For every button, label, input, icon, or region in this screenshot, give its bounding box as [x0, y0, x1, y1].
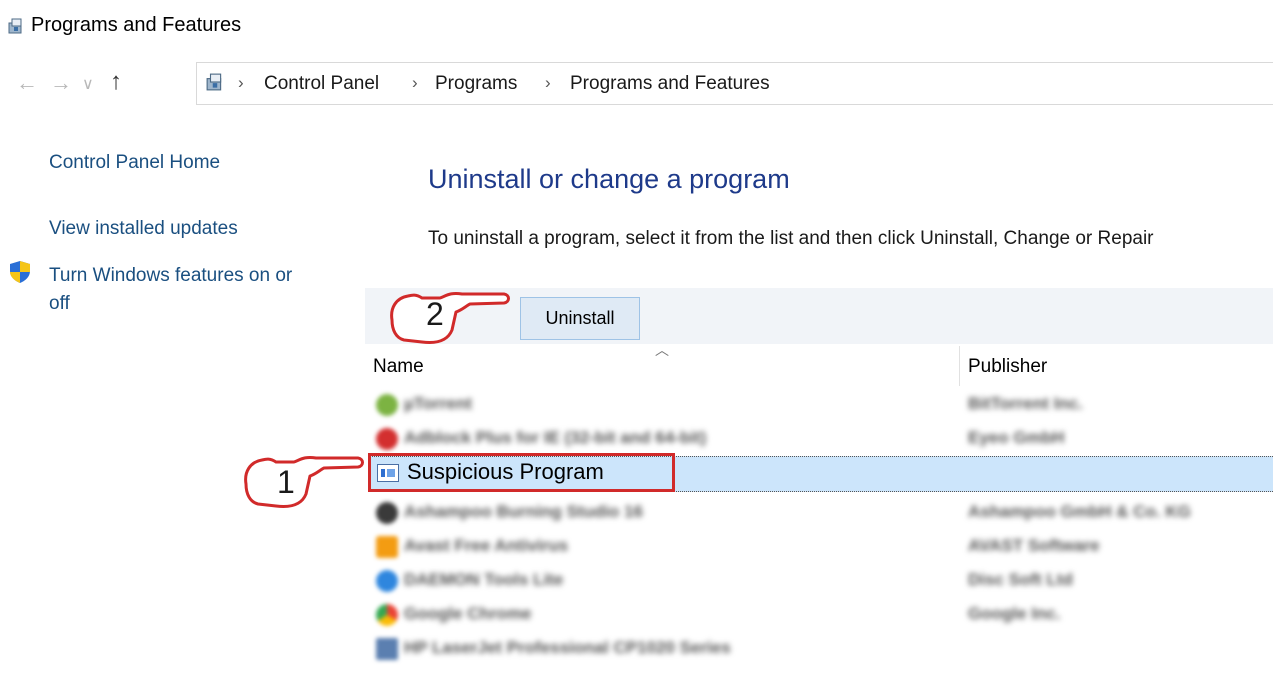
program-publisher: Google Inc. [968, 604, 1061, 623]
sort-ascending-icon: ︿ [655, 342, 669, 358]
program-publisher: Eyeo GmbH [968, 428, 1065, 447]
hp-printer-icon [376, 638, 398, 660]
utorrent-icon [376, 394, 398, 416]
recent-locations-chevron-icon[interactable]: ∨ [82, 74, 94, 94]
programs-features-icon [8, 18, 22, 34]
program-publisher: Disc Soft Ltd [968, 570, 1073, 589]
program-name: DAEMON Tools Lite [404, 570, 564, 589]
forward-arrow-icon[interactable]: → [50, 70, 72, 96]
chrome-icon [376, 604, 398, 626]
program-name: Adblock Plus for IE (32-bit and 64-bit) [404, 428, 707, 447]
instructions-text: To uninstall a program, select it from t… [428, 228, 1154, 249]
step-2-number: 2 [426, 296, 444, 332]
program-name: µTorrent [404, 394, 473, 413]
program-publisher: AVAST Software [968, 536, 1100, 555]
column-header-publisher[interactable]: Publisher [968, 356, 1047, 378]
step-1-number: 1 [277, 464, 295, 500]
ashampoo-icon [376, 502, 398, 524]
window-title: Programs and Features [31, 14, 242, 36]
view-installed-updates-link[interactable]: View installed updates [49, 218, 238, 240]
back-arrow-icon[interactable]: ← [16, 70, 38, 96]
breadcrumb-programs[interactable]: Programs [435, 73, 517, 95]
program-row[interactable]: HP LaserJet Professional CP1020 Series [368, 632, 1273, 664]
breadcrumb-separator-icon[interactable]: › [238, 73, 244, 93]
pointing-hand-icon [390, 292, 510, 344]
program-row[interactable]: Adblock Plus for IE (32-bit and 64-bit) … [368, 422, 1273, 454]
programs-features-icon [206, 73, 222, 91]
pointing-hand-icon [244, 456, 364, 508]
windows-features-link-continued[interactable]: off [49, 293, 70, 315]
breadcrumb-separator-icon[interactable]: › [412, 73, 418, 93]
program-row[interactable]: µTorrent BitTorrent Inc. [368, 388, 1273, 420]
program-row[interactable]: Google Chrome Google Inc. [368, 598, 1273, 630]
windows-features-link[interactable]: Turn Windows features on or [49, 265, 292, 287]
avast-icon [376, 536, 398, 558]
breadcrumb-separator-icon[interactable]: › [545, 73, 551, 93]
program-publisher: BitTorrent Inc. [968, 394, 1083, 413]
program-row[interactable]: Avast Free Antivirus AVAST Software [368, 530, 1273, 562]
shield-icon [10, 261, 30, 283]
up-arrow-icon[interactable]: ↑ [110, 68, 122, 96]
breadcrumb-programs-and-features[interactable]: Programs and Features [570, 73, 770, 95]
page-heading: Uninstall or change a program [428, 164, 790, 194]
uninstall-button[interactable]: Uninstall [520, 297, 640, 340]
control-panel-home-link[interactable]: Control Panel Home [49, 152, 220, 174]
program-name: Ashampoo Burning Studio 16 [404, 502, 643, 521]
program-publisher: Ashampoo GmbH & Co. KG [968, 502, 1191, 521]
program-name: Avast Free Antivirus [404, 536, 569, 555]
highlight-outline [368, 453, 675, 492]
program-name: HP LaserJet Professional CP1020 Series [404, 638, 731, 657]
daemon-tools-icon [376, 570, 398, 592]
adblock-icon [376, 428, 398, 450]
program-row[interactable]: Ashampoo Burning Studio 16 Ashampoo GmbH… [368, 496, 1273, 528]
column-divider[interactable] [959, 346, 960, 386]
program-name: Google Chrome [404, 604, 532, 623]
column-header-name[interactable]: Name [373, 356, 424, 378]
breadcrumb-control-panel[interactable]: Control Panel [264, 73, 379, 95]
program-row[interactable]: DAEMON Tools Lite Disc Soft Ltd [368, 564, 1273, 596]
